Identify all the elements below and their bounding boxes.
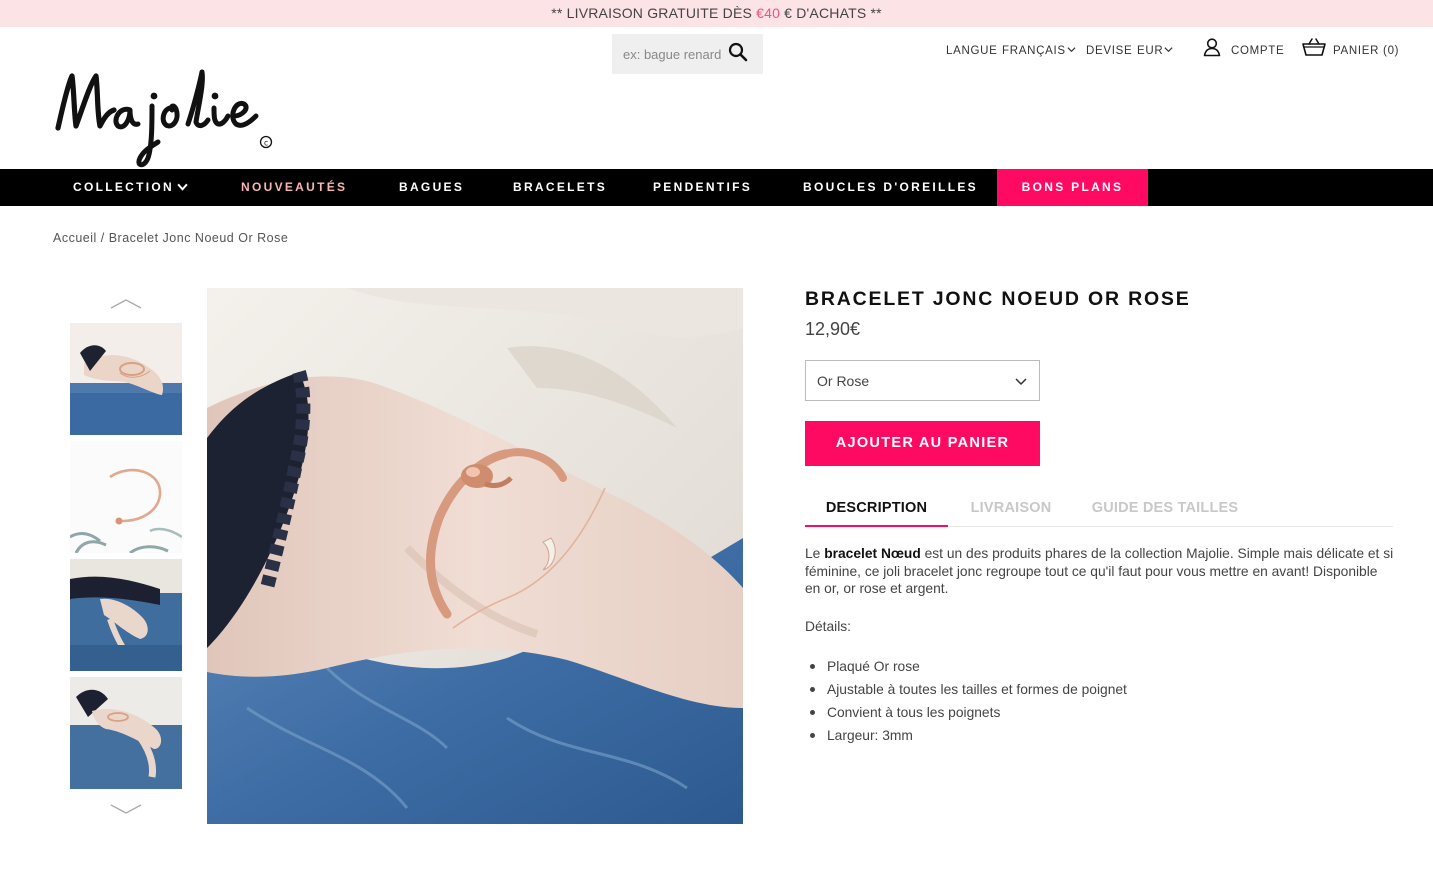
main-navigation: COLLECTION NOUVEAUTÉS BAGUES BRACELETS P… [0, 169, 1433, 206]
tab-livraison[interactable]: LIVRAISON [948, 496, 1074, 527]
list-item: Ajustable à toutes les tailles et formes… [810, 681, 1127, 704]
breadcrumb-home[interactable]: Accueil [53, 231, 97, 245]
language-label: LANGUE [946, 45, 998, 57]
promo-suffix: € D'ACHATS ** [780, 5, 882, 21]
cart-link[interactable]: PANIER (0) [1333, 45, 1399, 57]
product-tabs: DESCRIPTION LIVRAISON GUIDE DES TAILLES [805, 496, 1393, 527]
thumbnail-1-image [70, 323, 182, 435]
variant-select-value: Or Rose [817, 373, 870, 389]
description-intro: Le [805, 546, 825, 561]
promo-amount: €40 [756, 5, 781, 21]
user-icon[interactable] [1202, 37, 1222, 57]
nav-bagues[interactable]: BAGUES [399, 169, 464, 206]
tab-guide-des-tailles[interactable]: GUIDE DES TAILLES [1074, 496, 1256, 527]
breadcrumb-current: Bracelet Jonc Noeud Or Rose [108, 231, 289, 245]
nav-nouveautes[interactable]: NOUVEAUTÉS [241, 169, 347, 206]
logo-copyright-mark: c [264, 139, 268, 148]
basket-icon[interactable] [1302, 38, 1326, 56]
breadcrumb-separator: / [96, 231, 109, 245]
details-label: Détails: [805, 619, 852, 634]
add-to-cart-button[interactable]: AJOUTER AU PANIER [805, 421, 1040, 466]
currency-value: EUR [1137, 45, 1164, 57]
nav-collection[interactable]: COLLECTION [73, 169, 188, 206]
promo-prefix: ** LIVRAISON GRATUITE DÈS [551, 5, 757, 21]
thumbnail-3-image [70, 559, 182, 671]
chevron-down-icon [1067, 47, 1076, 53]
promo-banner: ** LIVRAISON GRATUITE DÈS €40 € D'ACHATS… [0, 0, 1433, 27]
nav-pendentifs[interactable]: PENDENTIFS [653, 169, 752, 206]
chevron-down-icon [177, 183, 188, 191]
tab-description[interactable]: DESCRIPTION [805, 496, 948, 527]
language-value: FRANÇAIS [1002, 45, 1066, 57]
nav-bracelets[interactable]: BRACELETS [513, 169, 607, 206]
account-link[interactable]: COMPTE [1231, 45, 1284, 57]
breadcrumb: Accueil / Bracelet Jonc Noeud Or Rose [53, 231, 288, 245]
description-bold: bracelet Nœud [824, 546, 921, 561]
variant-select[interactable]: Or Rose [805, 360, 1040, 401]
thumbnail-4-image [70, 677, 182, 789]
thumbnail-4[interactable] [70, 677, 182, 789]
list-item: Convient à tous les poignets [810, 704, 1127, 727]
product-title: BRACELET JONC NOEUD OR ROSE [805, 288, 1191, 310]
majolie-logo[interactable]: c [48, 62, 280, 170]
chevron-down-icon [1164, 47, 1173, 53]
list-item: Plaqué Or rose [810, 658, 1127, 681]
product-main-image[interactable] [207, 288, 743, 824]
nav-collection-label: COLLECTION [73, 180, 174, 194]
nav-bons-plans[interactable]: BONS PLANS [997, 169, 1148, 206]
thumbnail-3[interactable] [70, 559, 182, 671]
nav-boucles-doreilles[interactable]: BOUCLES D'OREILLES [803, 169, 978, 206]
list-item: Largeur: 3mm [810, 727, 1127, 750]
currency-label: DEVISE [1086, 45, 1133, 57]
details-list: Plaqué Or rose Ajustable à toutes les ta… [810, 658, 1127, 750]
chevron-down-icon[interactable] [110, 803, 142, 815]
thumbnail-1[interactable] [70, 323, 182, 435]
chevron-up-icon[interactable] [110, 298, 142, 310]
product-price: 12,90€ [805, 319, 861, 339]
language-select[interactable]: FRANÇAIS [1002, 45, 1076, 57]
product-photo [207, 288, 743, 824]
product-description: Le bracelet Nœud est un des produits pha… [805, 545, 1395, 598]
thumbnail-2[interactable] [70, 441, 182, 553]
thumbnail-2-image [70, 441, 182, 553]
chevron-down-icon [1015, 378, 1027, 386]
currency-select[interactable]: EUR [1137, 45, 1173, 57]
